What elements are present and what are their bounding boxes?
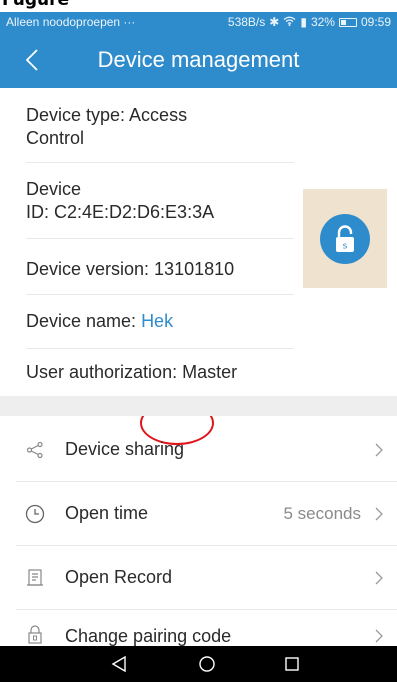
clock-icon (24, 503, 46, 525)
lock-icon (24, 624, 46, 646)
record-icon (24, 567, 46, 589)
system-nav-bar (0, 646, 397, 682)
battery-icon (338, 17, 357, 27)
open-record-label: Open Record (65, 567, 173, 587)
back-button[interactable] (20, 46, 44, 74)
chevron-right-icon (375, 628, 387, 644)
battery-percent: 32% (310, 15, 335, 29)
unlock-button[interactable]: s (320, 213, 370, 264)
nav-home-icon[interactable] (194, 652, 220, 676)
page-title: Device management (97, 47, 300, 72)
device-version-row: Device version: 13101810 (26, 256, 294, 295)
svg-text:s: s (343, 241, 348, 251)
open-time-value: 5 seconds (283, 503, 362, 523)
change-pairing-code-row[interactable]: Change pairing code (0, 610, 397, 646)
device-name-value[interactable]: Hek (141, 311, 173, 331)
change-pairing-code-label: Change pairing code (65, 626, 232, 646)
device-type-row: Device type: Access Control (26, 104, 294, 163)
chevron-right-icon (375, 442, 387, 458)
network-speed: 538B/s (227, 15, 266, 29)
nav-recents-icon[interactable] (279, 652, 305, 676)
sim-icon: ▮ (300, 15, 307, 29)
user-authorization-row: User authorization: Master (26, 362, 238, 382)
section-gap (0, 396, 397, 416)
bluetooth-icon: ✱ (269, 15, 280, 29)
status-icons: 538B/s ✱ ▮ 32% 09:59 (228, 15, 391, 29)
clock-time: 09:59 (360, 15, 391, 29)
open-time-row[interactable]: Open time 5 seconds (0, 482, 397, 545)
device-sharing-row[interactable]: Device sharing (0, 418, 397, 481)
share-icon (24, 439, 46, 461)
unlock-panel: s (303, 189, 387, 288)
chevron-right-icon (375, 570, 387, 586)
device-name-row[interactable]: Device name: Hek (26, 308, 294, 349)
padlock-icon: s (336, 224, 354, 252)
wifi-icon (283, 15, 296, 29)
carrier-text: Alleen noodoproepen ··· (6, 15, 136, 29)
device-sharing-label: Device sharing (65, 439, 185, 459)
chevron-left-icon (26, 49, 38, 71)
open-record-row[interactable]: Open Record (0, 546, 397, 609)
chevron-right-icon (375, 506, 387, 522)
nav-back-icon[interactable] (106, 652, 132, 676)
device-id-row: Device ID: C2:4E:D2:D6:E3:3A (26, 178, 294, 239)
open-time-label: Open time (65, 503, 149, 523)
cropped-figure-label: Fugure (0, 0, 397, 12)
status-bar: Alleen noodoproepen ··· 538B/s ✱ ▮ 32% 0… (0, 12, 397, 32)
app-bar: Device management (0, 32, 397, 88)
